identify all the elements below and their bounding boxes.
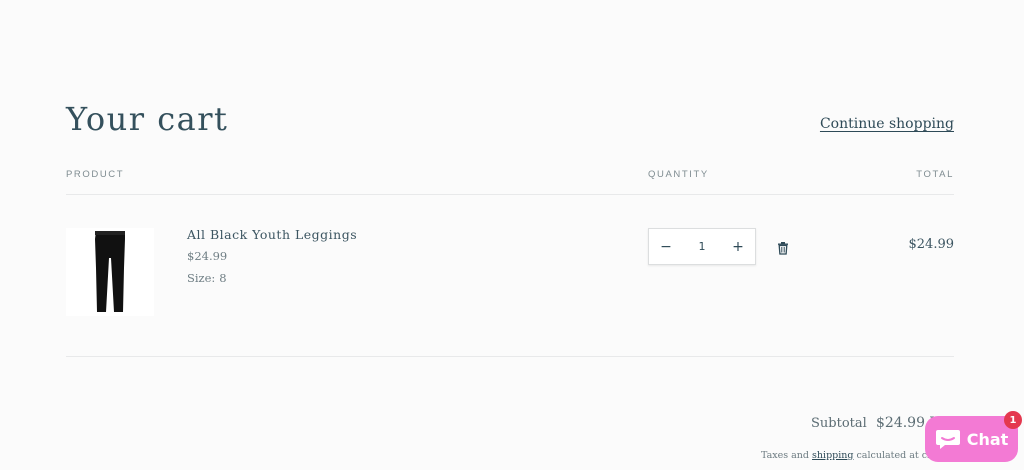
product-name[interactable]: All Black Youth Leggings bbox=[187, 227, 357, 242]
increase-quantity-button[interactable]: + bbox=[721, 229, 755, 264]
variant-value: 8 bbox=[219, 271, 227, 285]
line-item-total: $24.99 bbox=[908, 237, 955, 252]
items-divider bbox=[66, 356, 954, 357]
header-divider bbox=[66, 194, 954, 195]
chat-label: Chat bbox=[966, 429, 1009, 449]
quantity-column-header: QUANTITY bbox=[648, 169, 709, 180]
product-thumbnail[interactable] bbox=[66, 228, 154, 316]
quantity-input[interactable]: 1 bbox=[687, 240, 717, 253]
product-price: $24.99 bbox=[187, 249, 228, 263]
trash-icon bbox=[778, 242, 788, 255]
product-column-header: PRODUCT bbox=[66, 169, 125, 180]
black-leggings-image bbox=[95, 231, 125, 312]
total-column-header: TOTAL bbox=[916, 169, 954, 180]
quantity-stepper: − 1 + bbox=[648, 228, 756, 265]
subtotal-label: Subtotal bbox=[811, 416, 867, 431]
shipping-link[interactable]: shipping bbox=[812, 450, 853, 461]
decrease-quantity-button[interactable]: − bbox=[649, 229, 683, 264]
product-variant: Size: 8 bbox=[187, 271, 231, 285]
tax-note-prefix: Taxes and bbox=[761, 450, 813, 461]
chat-unread-badge: 1 bbox=[1004, 411, 1022, 429]
chat-bubble-icon bbox=[935, 430, 960, 449]
remove-item-button[interactable] bbox=[776, 240, 790, 255]
tax-note: Taxes and shipping calculated at che bbox=[761, 450, 939, 461]
cart-title: Your cart bbox=[66, 100, 229, 138]
continue-shopping-link[interactable]: Continue shopping bbox=[820, 116, 954, 132]
variant-label: Size: bbox=[187, 271, 216, 285]
